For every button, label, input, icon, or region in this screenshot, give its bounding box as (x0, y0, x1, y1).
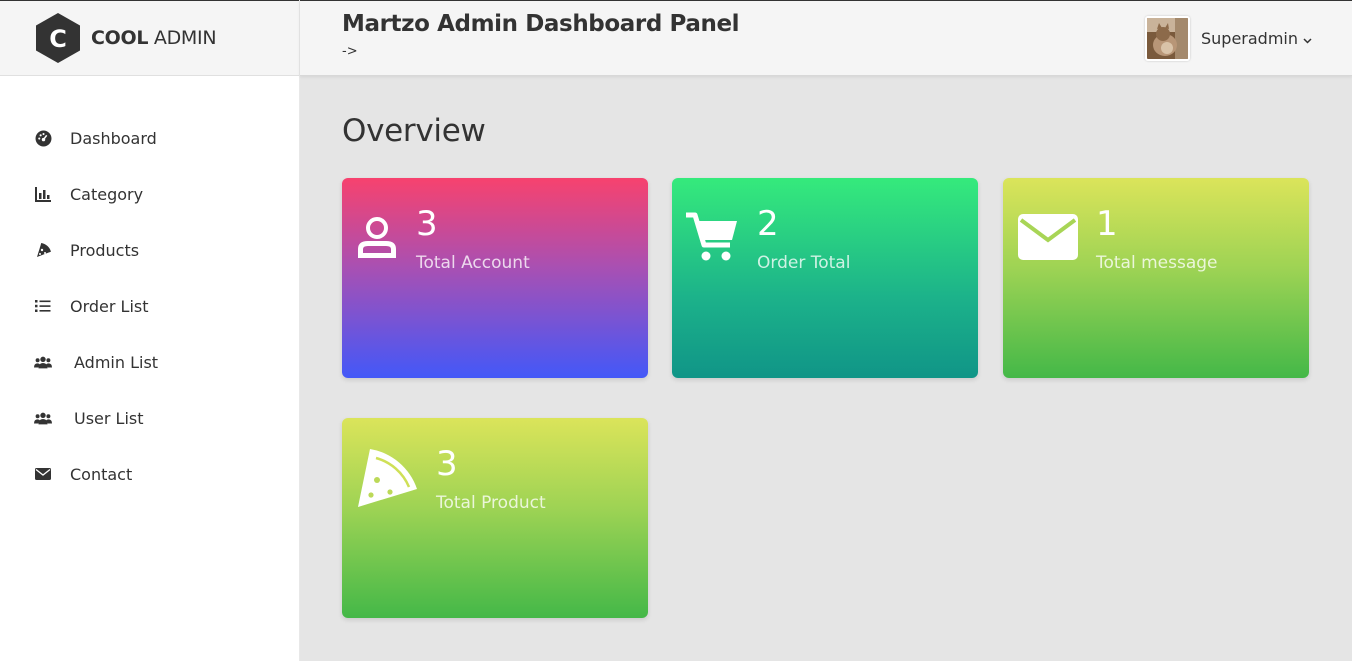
user-name: Superadmin (1200, 29, 1298, 48)
shopping-cart-icon (686, 212, 738, 266)
logo-text-rest: ADMIN (148, 27, 217, 49)
pizza-slice-icon (357, 447, 419, 513)
envelope-icon (34, 465, 52, 483)
stat-value: 2 (757, 204, 779, 244)
list-icon (34, 297, 52, 315)
chevron-down-icon (1303, 29, 1312, 48)
stat-value: 1 (1096, 204, 1118, 244)
sidebar-item-products[interactable]: Products (0, 222, 299, 278)
sidebar-item-user-list[interactable]: User List (0, 390, 299, 446)
sidebar-item-label: Category (70, 184, 144, 204)
users-icon (34, 353, 52, 371)
stat-label: Order Total (757, 253, 851, 273)
section-title: Overview (342, 113, 486, 149)
sidebar-item-dashboard[interactable]: Dashboard (0, 110, 299, 166)
sidebar-item-label: User List (74, 408, 144, 428)
top-header: Martzo Admin Dashboard Panel -> Superadm… (300, 0, 1352, 76)
sidebar: C COOL ADMIN Dashboard Category Products (0, 0, 300, 661)
sidebar-item-label: Admin List (74, 352, 159, 372)
sidebar-item-category[interactable]: Category (0, 166, 299, 222)
user-menu[interactable]: Superadmin (1144, 16, 1312, 61)
user-icon (356, 216, 398, 264)
sidebar-item-label: Dashboard (70, 128, 157, 148)
page-title: Martzo Admin Dashboard Panel (342, 11, 740, 37)
stat-card-total-account[interactable]: 3 Total Account (342, 178, 648, 378)
avatar[interactable] (1144, 16, 1190, 61)
sidebar-item-label: Order List (70, 296, 149, 316)
stat-label: Total Account (416, 253, 530, 273)
logo-text-bold: COOL (91, 27, 149, 49)
logo-text: COOL ADMIN (91, 27, 217, 49)
stat-label: Total Product (436, 493, 546, 513)
chart-bar-icon (34, 185, 52, 203)
sidebar-item-label: Products (70, 240, 140, 260)
envelope-icon (1018, 214, 1078, 264)
pizza-slice-icon (34, 241, 52, 259)
logo-hexagon-icon: C (34, 12, 82, 64)
stat-label: Total message (1096, 253, 1218, 273)
logo[interactable]: C COOL ADMIN (0, 0, 299, 76)
sidebar-item-label: Contact (70, 464, 133, 484)
sidebar-item-admin-list[interactable]: Admin List (0, 334, 299, 390)
sidebar-menu: Dashboard Category Products Order List A… (0, 76, 299, 502)
stat-value: 3 (416, 204, 438, 244)
sidebar-item-order-list[interactable]: Order List (0, 278, 299, 334)
users-icon (34, 409, 52, 427)
svg-text:C: C (49, 25, 67, 53)
stat-value: 3 (436, 444, 458, 484)
stat-card-order-total[interactable]: 2 Order Total (672, 178, 978, 378)
stat-card-total-product[interactable]: 3 Total Product (342, 418, 648, 618)
stat-card-total-message[interactable]: 1 Total message (1003, 178, 1309, 378)
sidebar-item-contact[interactable]: Contact (0, 446, 299, 502)
header-subtext: -> (342, 44, 358, 59)
dashboard-gauge-icon (34, 129, 52, 147)
